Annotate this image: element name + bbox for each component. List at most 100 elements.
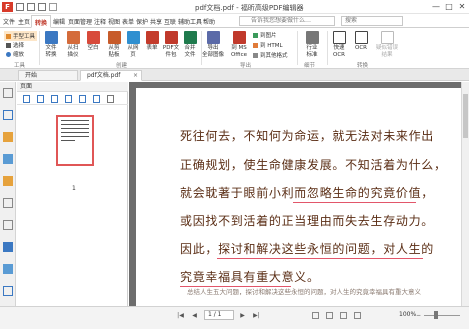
document-scroll-thumb[interactable]	[463, 94, 468, 138]
page-number-input[interactable]: 1 / 1	[204, 310, 234, 320]
thumb-tool-icon[interactable]	[37, 95, 44, 103]
to-other-format-button[interactable]: 到其他格式	[253, 51, 288, 59]
menu-view[interactable]: 视图	[108, 17, 120, 26]
thumb-tool-icon[interactable]	[23, 95, 30, 103]
ribbon: 手型工具 选择 缩放 工具 文件 转换 从扫 描仪 空白 从剪 贴板 从网 页 …	[0, 28, 469, 69]
comments-icon[interactable]	[3, 154, 13, 164]
undo-icon[interactable]	[49, 3, 57, 11]
summary-note: 总结人生五大问题，探讨和解决这些永恒的问题，对人生的究竟幸福具有重大意义	[187, 288, 421, 296]
single-page-icon[interactable]	[312, 312, 319, 319]
thumb-tool-icon[interactable]	[107, 95, 114, 103]
scanner-icon	[66, 31, 80, 44]
first-page-button[interactable]: |◀	[176, 311, 185, 320]
export-images-icon	[206, 31, 220, 44]
tell-me-text: 告诉我您想要做什么…	[251, 17, 312, 24]
close-tab-icon[interactable]: ×	[133, 71, 138, 81]
web-icon	[126, 31, 140, 44]
form-icon	[145, 31, 159, 44]
menu-form[interactable]: 表单	[122, 17, 134, 26]
group-export-label: 导出	[240, 63, 252, 69]
pdfa-button[interactable]: 行业 标准	[300, 31, 324, 59]
page-thumbnail[interactable]	[56, 115, 94, 166]
title-bar: F pdf文档.pdf - 福昕高级PDF编辑器 — □ ✕	[0, 0, 469, 14]
merge-files-button[interactable]: 合并 文件	[178, 31, 202, 59]
select-button[interactable]: 选择	[6, 41, 24, 49]
layers-icon[interactable]	[3, 132, 13, 142]
next-page-button[interactable]: ▶	[238, 311, 247, 320]
zoom-slider-knob[interactable]	[434, 311, 438, 319]
zoom-icon	[6, 52, 11, 57]
suspect-results-button[interactable]: 疑似错误 结果	[372, 31, 402, 59]
attachments-icon[interactable]	[3, 176, 13, 186]
tags-icon[interactable]	[3, 264, 13, 274]
to-image-button[interactable]: 到图片	[253, 31, 277, 39]
office-icon	[232, 31, 246, 44]
menu-edit[interactable]: 编辑	[53, 17, 65, 26]
standard-icon	[305, 31, 319, 44]
zoom-slider[interactable]	[424, 315, 460, 316]
merge-icon	[183, 31, 197, 44]
tab-start[interactable]: 开始	[18, 70, 78, 81]
to-html-button[interactable]: 到 HTML	[253, 41, 283, 49]
menu-connect[interactable]: 互联	[164, 17, 176, 26]
bookmark-icon[interactable]	[3, 110, 13, 120]
save-icon[interactable]	[27, 3, 35, 11]
group-create-label: 创建	[116, 63, 128, 69]
facing-icon[interactable]	[340, 312, 347, 319]
thumb-tool-icon[interactable]	[65, 95, 72, 103]
last-page-button[interactable]: ▶|	[252, 311, 261, 320]
document-line: 正确规划，使生命健康发展。不知活着为什么，	[180, 158, 447, 172]
tab-pdf-document[interactable]: pdf文档.pdf ×	[80, 70, 142, 81]
text-underline	[293, 202, 416, 203]
thumb-tool-icon[interactable]	[79, 95, 86, 103]
pages-icon[interactable]	[3, 88, 13, 98]
file-convert-icon	[44, 31, 58, 44]
portfolio-icon	[164, 31, 178, 44]
document-line: 或因找不到活着的正当理由而失去生存动力。	[180, 214, 435, 228]
thumb-tool-icon[interactable]	[93, 95, 100, 103]
hand-tool-button[interactable]: 手型工具	[4, 31, 38, 41]
thumb-text-line	[61, 136, 89, 137]
document-scrollbar[interactable]	[461, 82, 469, 306]
fit-page-icon[interactable]	[354, 312, 361, 319]
tell-me-input[interactable]: 告诉我您想要做什么…	[239, 16, 335, 26]
continuous-icon[interactable]	[326, 312, 333, 319]
left-rail	[0, 82, 16, 329]
blank-page-icon	[86, 31, 100, 44]
menu-home[interactable]: 主页	[18, 17, 30, 26]
zoom-out-button[interactable]: −	[414, 311, 423, 320]
to-office-button[interactable]: 到 MS Office	[227, 31, 251, 59]
thumb-tool-icon[interactable]	[51, 95, 58, 103]
group-tools-label: 工具	[14, 63, 26, 69]
thumb-text-line	[61, 120, 89, 121]
menu-page-manage[interactable]: 页面管理	[68, 17, 92, 26]
menu-help[interactable]: 帮助	[203, 17, 215, 26]
menu-comment[interactable]: 注释	[94, 17, 106, 26]
fields-icon[interactable]	[3, 286, 13, 296]
pdf-page[interactable]: 死往何去，不知何为命运，就无法对未来作出 正确规划，使生命健康发展。不知活着为什…	[136, 88, 461, 306]
thumb-text-line	[61, 124, 89, 125]
image-icon	[253, 33, 258, 38]
open-icon[interactable]	[16, 3, 24, 11]
menu-share[interactable]: 共享	[150, 17, 162, 26]
zoom-button[interactable]: 缩放	[6, 50, 24, 58]
content-icon[interactable]	[3, 220, 13, 230]
menu-accessibility[interactable]: 辅助工具	[178, 17, 202, 26]
hand-icon	[6, 34, 11, 39]
signature-icon[interactable]	[3, 198, 13, 208]
export-images-button[interactable]: 导出 全部图像	[201, 31, 225, 59]
menu-file[interactable]: 文件	[3, 17, 15, 26]
print-icon[interactable]	[38, 3, 46, 11]
search-input[interactable]: 搜索	[341, 16, 403, 26]
quick-ocr-button[interactable]: 快速 OCR	[327, 31, 351, 59]
maximize-button[interactable]: □	[443, 1, 455, 12]
ocr-button[interactable]: OCR	[349, 31, 373, 52]
menu-protect[interactable]: 保护	[136, 17, 148, 26]
document-view: 死往何去，不知何为命运，就无法对未来作出 正确规划，使生命健康发展。不知活着为什…	[129, 82, 469, 306]
minimize-button[interactable]: —	[430, 1, 442, 12]
close-button[interactable]: ✕	[456, 1, 468, 12]
menu-convert[interactable]: 转换	[31, 15, 52, 28]
file-convert-button[interactable]: 文件 转换	[39, 31, 63, 59]
prev-page-button[interactable]: ◀	[190, 311, 199, 320]
structure-icon[interactable]	[3, 242, 13, 252]
